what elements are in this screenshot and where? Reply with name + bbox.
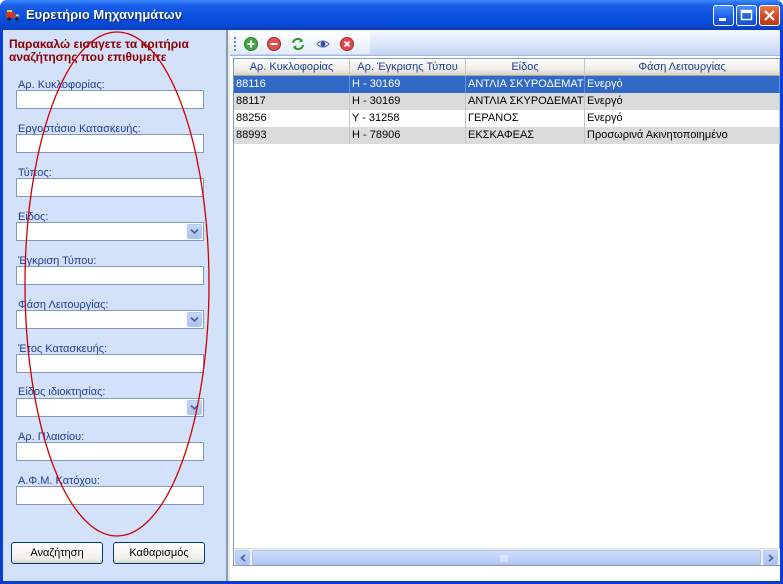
maximize-button[interactable] [736, 5, 757, 26]
ownership-type-dropdown-button[interactable] [187, 400, 202, 415]
column-header-registration[interactable]: Αρ. Κυκλοφορίας [234, 59, 350, 76]
search-button[interactable]: Αναζήτηση [11, 542, 103, 564]
chevron-right-icon [768, 554, 774, 562]
column-header-kind[interactable]: Είδος [466, 59, 585, 76]
search-panel: Παρακαλώ εισάγετε τα κριτήρια αναζήτησης… [3, 30, 228, 581]
table-row[interactable]: 88256 Υ - 31258 ΓΕΡΑΝΟΣ Ενεργό [234, 110, 780, 127]
table-row[interactable]: 88993 Η - 78906 ΕΚΣΚΑΦΕΑΣ Προσωρινά Ακιν… [234, 127, 780, 144]
cell-registration: 88256 [234, 110, 350, 127]
chevron-down-icon [190, 404, 199, 411]
owner-tax-id-input[interactable] [16, 486, 204, 505]
grip-icon [500, 555, 508, 562]
ownership-type-select[interactable] [16, 398, 204, 417]
cell-kind: ΑΝΤΛΙΑ ΣΚΥΡΟΔΕΜΑΤΟΣ [466, 76, 585, 93]
column-header-type-approval[interactable]: Αρ. Έγκρισης Τύπου [350, 59, 466, 76]
close-icon [764, 10, 775, 21]
table-row[interactable]: 88117 Η - 30169 ΑΝΤΛΙΑ ΣΚΥΡΟΔΕΜΑΤΟΣ Ενερ… [234, 93, 780, 110]
results-grid[interactable]: Αρ. Κυκλοφορίας Αρ. Έγκρισης Τύπου Είδος… [233, 58, 780, 566]
scroll-thumb[interactable] [252, 550, 761, 565]
scroll-left-button[interactable] [235, 550, 250, 565]
cell-phase: Ενεργό [585, 93, 780, 110]
minimize-button[interactable] [713, 5, 734, 26]
minimize-icon [719, 18, 726, 21]
type-approval-input[interactable] [16, 266, 204, 285]
refresh-icon[interactable] [291, 37, 305, 51]
kind-select[interactable] [16, 222, 204, 241]
chassis-number-input[interactable] [16, 442, 204, 461]
grid-header: Αρ. Κυκλοφορίας Αρ. Έγκρισης Τύπου Είδος… [234, 59, 780, 76]
cell-type-approval: Υ - 31258 [350, 110, 466, 127]
cell-type-approval: Η - 30169 [350, 93, 466, 110]
cell-registration: 88993 [234, 127, 350, 144]
operation-phase-select[interactable] [16, 310, 204, 329]
remove-icon[interactable] [267, 37, 281, 51]
view-icon[interactable] [316, 37, 330, 51]
close-window-button[interactable] [759, 5, 780, 26]
column-header-phase[interactable]: Φάση Λειτουργίας [585, 59, 780, 76]
cell-phase: Ενεργό [585, 76, 780, 93]
add-icon[interactable] [244, 37, 258, 51]
client-area: Παρακαλώ εισάγετε τα κριτήρια αναζήτησης… [3, 30, 780, 581]
app-window: Ευρετήριο Μηχανημάτων Παρακαλώ εισάγετε … [0, 0, 783, 584]
table-row[interactable]: 88116 Η - 30169 ΑΝΤΛΙΑ ΣΚΥΡΟΔΕΜΑΤΟΣ Ενερ… [234, 76, 780, 93]
cell-registration: 88116 [234, 76, 350, 93]
toolbar-grip-icon[interactable] [234, 36, 237, 51]
chevron-down-icon [190, 228, 199, 235]
toolbar [230, 30, 780, 56]
close-icon[interactable] [340, 37, 354, 51]
title-bar[interactable]: Ευρετήριο Μηχανημάτων [0, 0, 783, 30]
search-prompt: Παρακαλώ εισάγετε τα κριτήρια αναζήτησης… [9, 37, 189, 64]
toolstrip [230, 32, 370, 54]
operation-phase-dropdown-button[interactable] [187, 312, 202, 327]
manufacturer-input[interactable] [16, 134, 204, 153]
horizontal-scrollbar[interactable] [234, 548, 780, 565]
field-label-ownership-type: Είδος ιδιοκτησίας: [18, 386, 106, 398]
cell-kind: ΕΚΣΚΑΦΕΑΣ [466, 127, 585, 144]
cell-type-approval: Η - 30169 [350, 76, 466, 93]
truck-icon [6, 10, 20, 21]
window-title: Ευρετήριο Μηχανημάτων [26, 7, 182, 22]
scroll-right-button[interactable] [763, 550, 778, 565]
cell-type-approval: Η - 78906 [350, 127, 466, 144]
cell-phase: Ενεργό [585, 110, 780, 127]
kind-dropdown-button[interactable] [187, 224, 202, 239]
results-panel: Αρ. Κυκλοφορίας Αρ. Έγκρισης Τύπου Είδος… [230, 30, 780, 581]
cell-registration: 88117 [234, 93, 350, 110]
cell-kind: ΓΕΡΑΝΟΣ [466, 110, 585, 127]
cell-phase: Προσωρινά Ακινητοποιημένο [585, 127, 780, 144]
chevron-left-icon [240, 554, 246, 562]
cell-kind: ΑΝΤΛΙΑ ΣΚΥΡΟΔΕΜΑΤΟΣ [466, 93, 585, 110]
type-input[interactable] [16, 178, 204, 197]
registration-number-input[interactable] [16, 90, 204, 109]
construction-year-input[interactable] [16, 354, 204, 373]
clear-button[interactable]: Καθαρισμός [113, 542, 205, 564]
chevron-down-icon [190, 316, 199, 323]
maximize-icon [740, 9, 753, 21]
